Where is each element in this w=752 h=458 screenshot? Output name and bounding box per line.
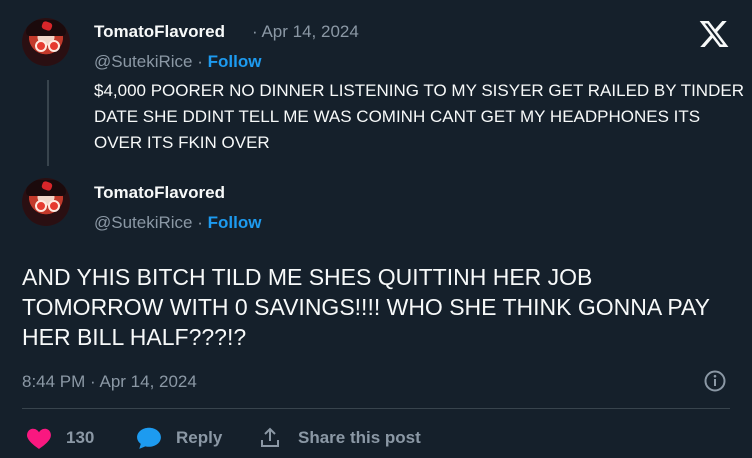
separator-dot: · [197, 52, 203, 71]
separator-dot: · [197, 213, 203, 232]
post-timestamp[interactable]: 8:44 PM · Apr 14, 2024 [22, 372, 197, 392]
like-button[interactable]: 130 [26, 426, 94, 450]
avatar[interactable] [22, 178, 70, 226]
like-count: 130 [66, 428, 95, 447]
share-upload-icon [261, 427, 279, 447]
display-name[interactable]: TomatoFlavored [94, 183, 225, 203]
share-label: Share this post [298, 428, 421, 447]
x-logo-icon[interactable] [698, 18, 730, 50]
avatar-eye-right [48, 40, 60, 52]
thread-connector [47, 80, 49, 166]
follow-button[interactable]: Follow [208, 213, 262, 232]
follow-button[interactable]: Follow [208, 52, 262, 71]
tweet-text: AND YHIS BITCH TILD ME SHES QUITTINH HER… [22, 264, 710, 350]
post-date-line: · Apr 14, 2024 [252, 22, 359, 42]
separator-dot: · [252, 22, 258, 41]
divider [22, 408, 730, 409]
user-handle[interactable]: @SutekiRice [94, 213, 193, 232]
handle-line: @SutekiRice · Follow [94, 52, 261, 72]
tweet-text: $4,000 POORER NO DINNER LISTENING TO MY … [94, 81, 744, 152]
avatar-eye-left [35, 40, 47, 52]
share-button[interactable]: Share this post [258, 426, 421, 450]
post-date[interactable]: Apr 14, 2024 [261, 22, 358, 41]
speech-bubble-icon [137, 427, 161, 449]
display-name[interactable]: TomatoFlavored [94, 22, 225, 42]
heart-icon [27, 428, 51, 449]
avatar-eye-right [48, 200, 60, 212]
handle-line: @SutekiRice · Follow [94, 213, 261, 233]
reply-button[interactable]: Reply [136, 426, 222, 450]
avatar[interactable] [22, 18, 70, 66]
reply-label: Reply [176, 428, 223, 447]
user-handle[interactable]: @SutekiRice [94, 52, 193, 71]
info-icon[interactable] [703, 369, 727, 393]
avatar-eye-left [35, 200, 47, 212]
